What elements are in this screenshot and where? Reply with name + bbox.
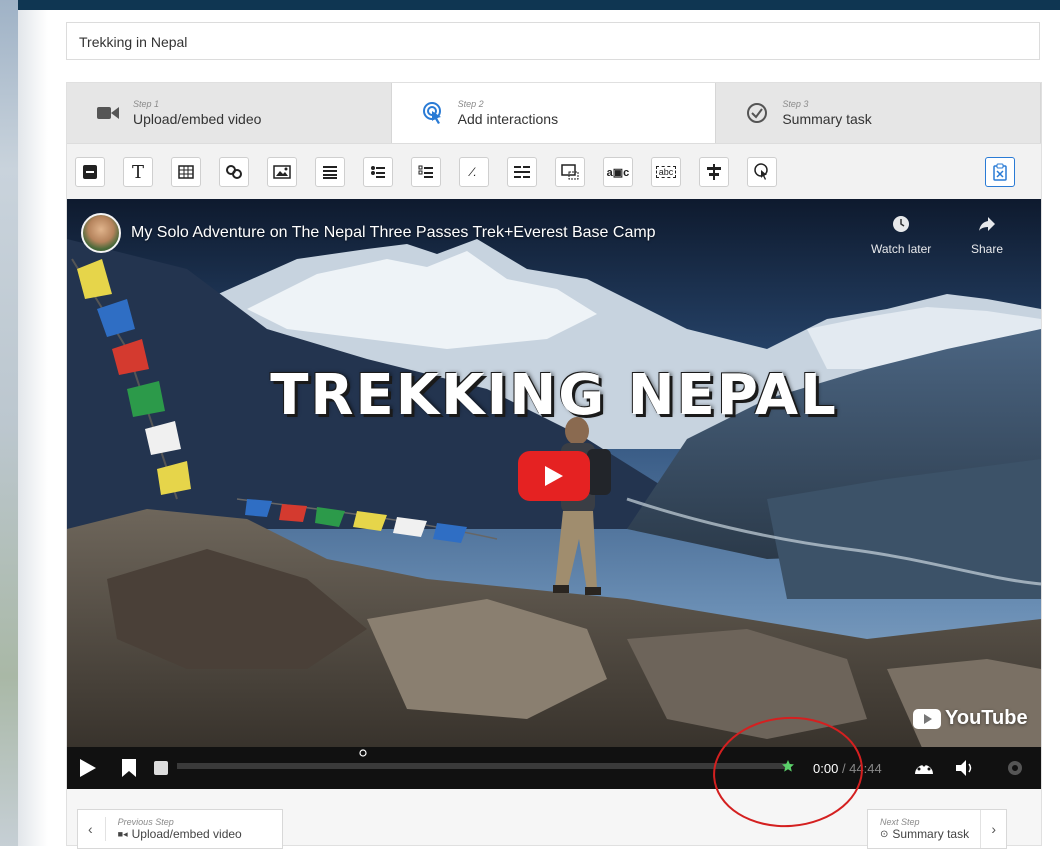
next-step-label: Summary task xyxy=(892,827,970,841)
video-camera-icon: ■◂ xyxy=(117,828,128,839)
check-circle-icon: ⊙ xyxy=(880,828,889,840)
share-icon xyxy=(971,215,1003,236)
check-circle-icon xyxy=(746,102,768,124)
volume-icon[interactable] xyxy=(955,759,975,777)
channel-avatar[interactable] xyxy=(81,213,121,253)
step-number: Step 2 xyxy=(457,99,484,109)
branching-tool-icon[interactable] xyxy=(747,157,777,187)
video-controls: 0:00 / 44:44 xyxy=(67,747,1041,789)
title-input[interactable]: Trekking in Nepal xyxy=(66,22,1040,60)
total-time: 44:44 xyxy=(849,761,882,776)
bookmark-icon[interactable] xyxy=(121,758,137,778)
time-display: 0:00 / 44:44 xyxy=(813,761,882,776)
step-add-interactions[interactable]: Step 2 Add interactions xyxy=(391,83,717,143)
youtube-logo[interactable]: YouTube xyxy=(913,707,1028,730)
clock-icon xyxy=(871,215,931,236)
interactions-toolbar: T ⁄. a▣c abc xyxy=(67,143,1041,200)
mark-words-tool-icon[interactable] xyxy=(555,157,585,187)
current-time: 0:00 xyxy=(813,761,839,776)
drag-drop-tool-icon[interactable]: a▣c xyxy=(603,157,633,187)
clipboard-tool-icon[interactable] xyxy=(985,157,1015,187)
youtube-logo-icon xyxy=(913,708,941,729)
interactive-video-editor: Step 1 Upload/embed video Step 2 Add int… xyxy=(66,82,1042,849)
share-label: Share xyxy=(971,242,1004,256)
settings-gear-icon[interactable] xyxy=(1005,758,1025,778)
play-icon[interactable] xyxy=(79,758,97,778)
wizard-steps: Step 1 Upload/embed video Step 2 Add int… xyxy=(67,83,1042,143)
previous-step-label: Upload/embed video xyxy=(131,827,242,841)
share-button[interactable]: Share xyxy=(971,215,1003,256)
step-number: Step 3 xyxy=(782,99,809,109)
chevron-left-icon: ‹ xyxy=(88,821,93,837)
previous-step-small: Previous Step xyxy=(117,817,174,827)
table-tool-icon[interactable] xyxy=(171,157,201,187)
youtube-play-button[interactable] xyxy=(518,451,590,501)
drag-text-tool-icon[interactable] xyxy=(507,157,537,187)
end-screen-icon[interactable] xyxy=(153,760,169,776)
video-player[interactable]: My Solo Adventure on The Nepal Three Pas… xyxy=(67,199,1041,789)
crossroads-tool-icon[interactable]: abc xyxy=(651,157,681,187)
image-tool-icon[interactable] xyxy=(267,157,297,187)
star-marker-icon[interactable] xyxy=(781,759,795,773)
next-step-small: Next Step xyxy=(880,817,920,827)
page-gutter xyxy=(18,10,48,846)
step-label: Upload/embed video xyxy=(133,111,262,127)
video-camera-icon xyxy=(97,102,119,124)
timeline-marker[interactable] xyxy=(359,749,367,757)
statements-tool-icon[interactable] xyxy=(315,157,345,187)
step-upload-video[interactable]: Step 1 Upload/embed video xyxy=(67,83,392,143)
chevron-right-icon: › xyxy=(980,810,1006,848)
link-tool-icon[interactable] xyxy=(219,157,249,187)
watch-later-button[interactable]: Watch later xyxy=(871,215,931,256)
previous-step-button[interactable]: ‹ Previous Step ■◂ Upload/embed video xyxy=(77,809,283,849)
top-bar xyxy=(18,0,1060,10)
youtube-wordmark: YouTube xyxy=(945,707,1028,729)
video-title[interactable]: My Solo Adventure on The Nepal Three Pas… xyxy=(131,224,656,242)
next-step-button[interactable]: Next Step ⊙ Summary task › xyxy=(867,809,1007,849)
multiple-choice-tool-icon[interactable] xyxy=(411,157,441,187)
step-label: Add interactions xyxy=(457,111,559,127)
watch-later-label: Watch later xyxy=(871,242,932,256)
fill-in-blanks-tool-icon[interactable]: ⁄. xyxy=(459,157,489,187)
step-summary-task[interactable]: Step 3 Summary task xyxy=(716,83,1042,143)
label-tool-icon[interactable] xyxy=(75,157,105,187)
single-choice-tool-icon[interactable] xyxy=(363,157,393,187)
text-tool-icon[interactable]: T xyxy=(123,157,153,187)
background-strip xyxy=(0,0,18,846)
quality-icon[interactable] xyxy=(913,758,935,778)
video-overlay-title: TREKKING NEPAL xyxy=(270,363,838,428)
navigation-hotspot-tool-icon[interactable] xyxy=(699,157,729,187)
step-number: Step 1 xyxy=(133,99,160,109)
video-timeline[interactable] xyxy=(177,763,789,769)
play-icon xyxy=(545,466,563,486)
step-navigation: ‹ Previous Step ■◂ Upload/embed video Nex… xyxy=(67,795,1041,849)
step-label: Summary task xyxy=(782,111,872,127)
touch-pointer-icon xyxy=(422,102,444,124)
